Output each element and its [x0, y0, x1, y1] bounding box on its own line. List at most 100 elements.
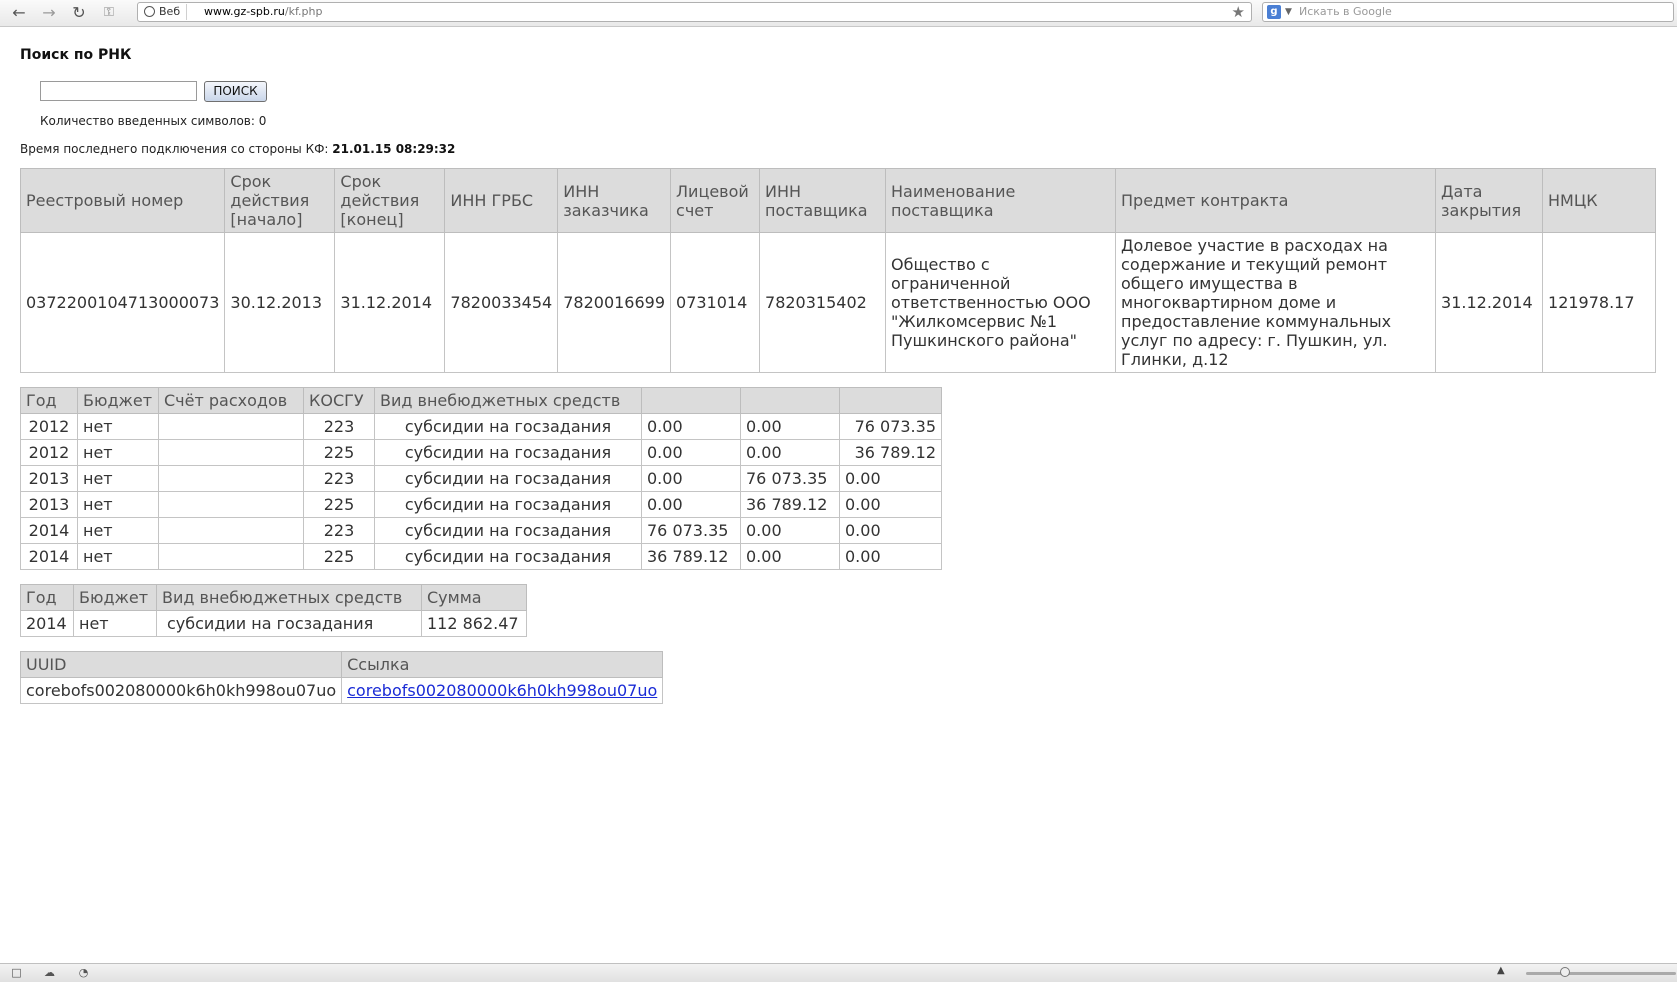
cell-amount-1: 0.00 [641, 465, 741, 492]
cell-year: 2014 [20, 517, 78, 544]
cell-link: corebofs002080000k6h0kh998ou07uo [341, 677, 664, 704]
zoom-up-icon[interactable]: ▲ [1497, 965, 1505, 976]
web-chip[interactable]: Веб [140, 4, 188, 20]
cell-amount-1: 0.00 [641, 491, 741, 518]
th-offbudget-type: Вид внебюджетных средств [156, 584, 422, 611]
cell-offbudget-type: субсидии на госзадания [374, 517, 642, 544]
url-text[interactable]: www.gz-spb.ru/kf.php [204, 3, 322, 21]
cell-amount-1: 76 073.35 [641, 517, 741, 544]
cell-amount-3: 0.00 [839, 517, 942, 544]
th-amount-3 [839, 387, 942, 414]
th-year: Год [20, 387, 78, 414]
th-amount-2 [740, 387, 840, 414]
chevron-down-icon[interactable]: ▼ [1285, 3, 1292, 21]
zoom-slider-thumb[interactable] [1560, 967, 1570, 977]
table-header-row: Год Бюджет Счёт расходов КОСГУ Вид внебю… [20, 387, 942, 414]
cell-registry-number: 0372200104713000073 [19, 232, 226, 373]
th-offbudget-type: Вид внебюджетных средств [374, 387, 642, 414]
browser-toolbar: ← → ↻ ⚿ Веб www.gz-spb.ru/kf.php ★ g ▼ И… [0, 0, 1677, 27]
speed-dial-icon[interactable]: ◔ [77, 966, 90, 979]
google-icon[interactable]: g [1267, 5, 1281, 19]
cell-amount-1: 0.00 [641, 439, 741, 466]
table-header-row: Год Бюджет Вид внебюджетных средств Сумм… [20, 584, 527, 611]
table-row: 2012 нет 223 субсидии на госзадания 0.00… [20, 413, 942, 440]
cell-amount-2: 0.00 [740, 543, 840, 570]
last-connection-value: 21.01.15 08:29:32 [332, 142, 456, 156]
globe-icon [144, 6, 155, 17]
table-row: 2013 нет 223 субсидии на госзадания 0.00… [20, 465, 942, 492]
uuid-table: UUID Ссылка corebofs002080000k6h0kh998ou… [19, 651, 664, 704]
cell-account: 0731014 [670, 232, 761, 373]
cell-kosgu: 223 [303, 413, 375, 440]
table-row: 2013 нет 225 субсидии на госзадания 0.00… [20, 491, 942, 518]
cell-contract-subject: Долевое участие в расходах на содержание… [1115, 232, 1437, 373]
bookmark-star-icon[interactable]: ★ [1232, 3, 1245, 21]
cell-offbudget-type: субсидии на госзадания [374, 465, 642, 492]
forward-arrow-icon[interactable]: → [38, 2, 60, 24]
reload-icon[interactable]: ↻ [68, 2, 90, 24]
cell-inn-customer: 7820016699 [557, 232, 672, 373]
cell-end-date: 31.12.2014 [334, 232, 446, 373]
cell-budget: нет [73, 610, 157, 637]
cloud-icon[interactable]: ☁ [43, 966, 56, 979]
zoom-slider[interactable] [1526, 972, 1676, 975]
th-account: Лицевой счет [670, 168, 761, 233]
cell-year: 2013 [20, 465, 78, 492]
last-connection-label: Время последнего подключения со стороны … [20, 142, 329, 156]
cell-kosgu: 225 [303, 439, 375, 466]
google-search-box[interactable]: g ▼ Искать в Google [1262, 2, 1674, 22]
last-connection: Время последнего подключения со стороны … [20, 142, 455, 156]
cell-expense-account [158, 491, 304, 518]
cell-expense-account [158, 465, 304, 492]
panel-toggle-icon[interactable]: □ [10, 966, 23, 979]
th-amount-1 [641, 387, 741, 414]
char-counter: Количество введенных символов: 0 [40, 114, 267, 128]
th-sum: Сумма [421, 584, 527, 611]
search-button[interactable]: ПОИСК [204, 81, 267, 102]
cell-kosgu: 225 [303, 543, 375, 570]
cell-amount-1: 36 789.12 [641, 543, 741, 570]
cell-expense-account [158, 439, 304, 466]
cell-budget: нет [77, 413, 159, 440]
key-icon[interactable]: ⚿ [98, 2, 120, 24]
th-link: Ссылка [341, 651, 664, 678]
cell-amount-2: 76 073.35 [740, 465, 840, 492]
cell-year: 2013 [20, 491, 78, 518]
address-bar[interactable]: Веб www.gz-spb.ru/kf.php ★ [137, 2, 1252, 22]
cell-year: 2012 [20, 439, 78, 466]
cell-offbudget-type: субсидии на госзадания [156, 610, 422, 637]
cell-amount-3: 0.00 [839, 465, 942, 492]
status-bar: □ ☁ ◔ ▲ [0, 963, 1677, 982]
th-end-date: Срок действия [конец] [334, 168, 446, 233]
th-uuid: UUID [19, 651, 343, 678]
cell-budget: нет [77, 491, 159, 518]
cell-amount-1: 0.00 [641, 413, 741, 440]
cell-amount-2: 0.00 [740, 517, 840, 544]
cell-start-date: 30.12.2013 [224, 232, 336, 373]
page-title: Поиск по РНК [20, 47, 132, 63]
table-row: 2012 нет 225 субсидии на госзадания 0.00… [20, 439, 942, 466]
cell-amount-3: 0.00 [839, 543, 942, 570]
cell-amount-2: 36 789.12 [740, 491, 840, 518]
cell-amount-3: 36 789.12 [839, 439, 942, 466]
cell-offbudget-type: субсидии на госзадания [374, 413, 642, 440]
cell-budget: нет [77, 439, 159, 466]
uuid-link[interactable]: corebofs002080000k6h0kh998ou07uo [347, 681, 657, 700]
table-row: 0372200104713000073 30.12.2013 31.12.201… [19, 232, 1656, 373]
cell-expense-account [158, 517, 304, 544]
cell-amount-3: 0.00 [839, 491, 942, 518]
table-row: 2014 нет 223 субсидии на госзадания 76 0… [20, 517, 942, 544]
th-inn-customer: ИНН заказчика [557, 168, 672, 233]
cell-amount-2: 0.00 [740, 439, 840, 466]
th-inn-supplier: ИНН поставщика [759, 168, 887, 233]
cell-closing-date: 31.12.2014 [1435, 232, 1544, 373]
cell-kosgu: 223 [303, 465, 375, 492]
cell-inn-grbs: 7820033454 [444, 232, 559, 373]
back-arrow-icon[interactable]: ← [8, 2, 30, 24]
rnk-search-input[interactable] [40, 81, 197, 101]
cell-budget: нет [77, 517, 159, 544]
cell-kosgu: 223 [303, 517, 375, 544]
cell-expense-account [158, 543, 304, 570]
table-header-row: Реестровый номер Срок действия [начало] … [19, 168, 1656, 233]
url-path: /kf.php [284, 5, 323, 18]
